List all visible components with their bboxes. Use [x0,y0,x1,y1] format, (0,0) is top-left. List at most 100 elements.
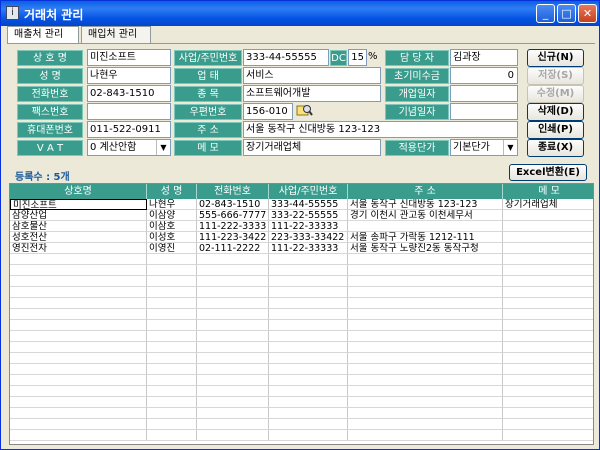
reg-number-field[interactable]: 333-44-55555 [243,49,329,66]
cell-company[interactable] [10,320,147,331]
cell-company[interactable] [10,419,147,430]
column-header-address[interactable]: 주 소 [348,184,503,199]
table-row[interactable] [10,419,593,430]
cell-reg-number[interactable] [269,353,348,364]
cell-name[interactable]: 이성호 [147,232,197,243]
cell-name[interactable] [147,254,197,265]
chevron-down-icon[interactable]: ▼ [503,140,517,155]
cell-company[interactable] [10,276,147,287]
phone-field[interactable]: 02-843-1510 [87,85,171,102]
name-field[interactable]: 나현우 [87,67,171,84]
mobile-field[interactable]: 011-522-0911 [87,121,171,138]
table-row[interactable] [10,430,593,441]
cell-company[interactable] [10,353,147,364]
cell-address[interactable] [348,287,503,298]
save-button[interactable]: 저장(S) [527,67,584,85]
table-row[interactable] [10,265,593,276]
cell-phone[interactable] [197,397,269,408]
table-row[interactable]: 삼양산업 이삼양 555-666-7777 333-22-55555 경기 이천시 관고… [10,210,593,221]
cell-phone[interactable] [197,254,269,265]
cell-address[interactable] [348,331,503,342]
cell-phone[interactable]: 02-843-1510 [197,199,269,210]
cell-phone[interactable] [197,419,269,430]
table-row[interactable] [10,353,593,364]
cell-address[interactable] [348,221,503,232]
cell-name[interactable] [147,375,197,386]
cell-memo[interactable]: 장기거래업체 [503,199,593,210]
cell-phone[interactable]: 111-223-3422 [197,232,269,243]
cell-phone[interactable] [197,353,269,364]
cell-name[interactable] [147,397,197,408]
cell-phone[interactable] [197,375,269,386]
table-row[interactable]: 영진전자 이영진 02-111-2222 111-22-33333 서울 동작구 노량진… [10,243,593,254]
cell-phone[interactable] [197,320,269,331]
cell-address[interactable] [348,320,503,331]
cell-company[interactable]: 성호전산 [10,232,147,243]
cell-reg-number[interactable] [269,386,348,397]
cell-address[interactable] [348,309,503,320]
table-row[interactable] [10,342,593,353]
cell-phone[interactable] [197,342,269,353]
cell-name[interactable] [147,287,197,298]
cell-company[interactable] [10,265,147,276]
cell-company[interactable] [10,408,147,419]
company-field[interactable]: 미진소프트 [87,49,171,66]
table-row[interactable] [10,408,593,419]
column-header-phone[interactable]: 전화번호 [197,184,269,199]
cell-reg-number[interactable]: 223-333-33422 [269,232,348,243]
client-table[interactable]: 상호명 성 명 전화번호 사업/주민번호 주 소 메 모 미진소프트 나현우 02-… [9,183,594,445]
cell-name[interactable] [147,430,197,441]
cell-address[interactable] [348,353,503,364]
table-row[interactable] [10,375,593,386]
cell-reg-number[interactable] [269,254,348,265]
cell-address[interactable] [348,386,503,397]
cell-memo[interactable] [503,210,593,221]
column-header-name[interactable]: 성 명 [147,184,197,199]
cell-reg-number[interactable]: 333-22-55555 [269,210,348,221]
price-select[interactable]: 기본단가 ▼ [450,139,518,156]
cell-company[interactable]: 영진전자 [10,243,147,254]
cell-name[interactable] [147,342,197,353]
cell-reg-number[interactable] [269,342,348,353]
table-row[interactable] [10,386,593,397]
maximize-button[interactable]: □ [557,4,576,23]
cell-memo[interactable] [503,232,593,243]
cell-memo[interactable] [503,353,593,364]
table-row[interactable] [10,331,593,342]
cell-address[interactable] [348,276,503,287]
tab-purchase-clients[interactable]: 매입처 관리 [81,26,151,43]
cell-phone[interactable] [197,265,269,276]
cell-phone[interactable] [197,408,269,419]
cell-company[interactable] [10,254,147,265]
cell-name[interactable] [147,353,197,364]
cell-company[interactable] [10,309,147,320]
cell-address[interactable]: 서울 동작구 노량진2동 동작구청 [348,243,503,254]
cell-memo[interactable] [503,320,593,331]
table-row[interactable] [10,364,593,375]
exit-button[interactable]: 종료(X) [527,139,584,157]
cell-memo[interactable] [503,331,593,342]
cell-reg-number[interactable] [269,298,348,309]
cell-name[interactable]: 이영진 [147,243,197,254]
cell-phone[interactable] [197,276,269,287]
table-row[interactable] [10,287,593,298]
cell-memo[interactable] [503,254,593,265]
cell-address[interactable] [348,375,503,386]
cell-reg-number[interactable] [269,364,348,375]
cell-address[interactable] [348,408,503,419]
cell-company[interactable]: 삼호물산 [10,221,147,232]
table-row[interactable] [10,397,593,408]
cell-name[interactable] [147,298,197,309]
cell-phone[interactable] [197,287,269,298]
cell-address[interactable] [348,298,503,309]
cell-reg-number[interactable]: 111-22-33333 [269,243,348,254]
cell-memo[interactable] [503,221,593,232]
table-row[interactable] [10,298,593,309]
cell-name[interactable]: 이삼양 [147,210,197,221]
table-row[interactable] [10,254,593,265]
manager-field[interactable]: 김과장 [450,49,518,66]
cell-memo[interactable] [503,287,593,298]
column-header-company[interactable]: 상호명 [10,184,147,199]
cell-reg-number[interactable] [269,430,348,441]
cell-company[interactable] [10,364,147,375]
